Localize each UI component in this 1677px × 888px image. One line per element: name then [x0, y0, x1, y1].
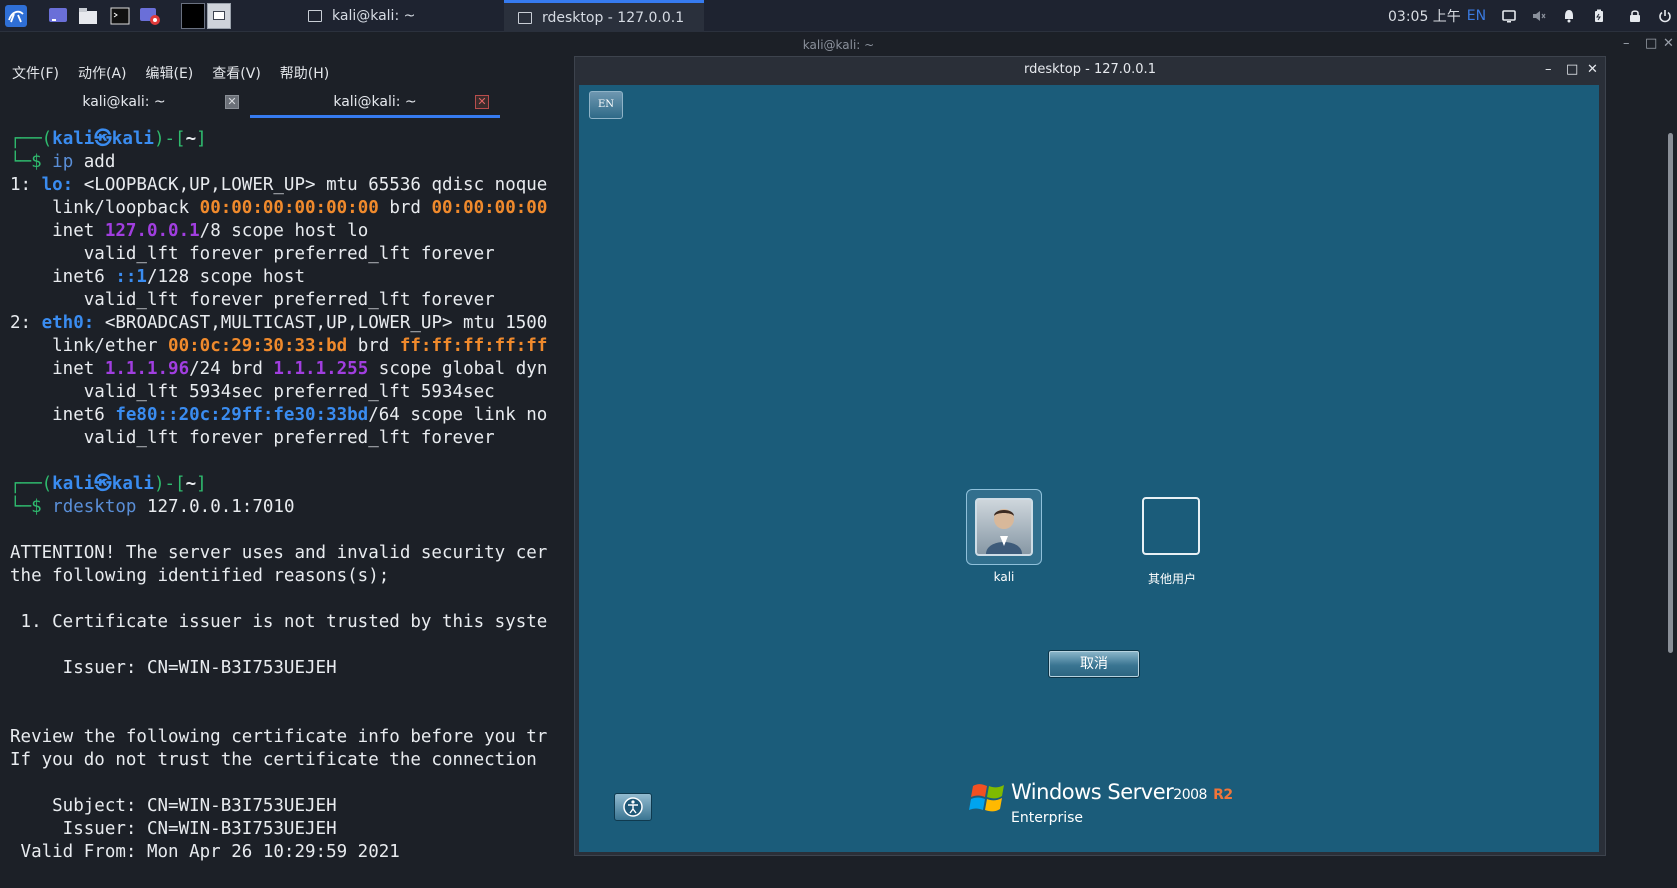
output-line: Issuer: CN=WIN-B3I753UEJEH [10, 819, 337, 839]
tab-1-close-icon[interactable]: ✕ [225, 95, 239, 109]
tab-terminal-2[interactable]: kali@kali: ~ ✕ [250, 88, 500, 118]
tab-terminal-2-label: kali@kali: ~ [333, 94, 417, 110]
brand-title: Windows Server2008 R2 [1011, 780, 1233, 804]
screen-recorder-icon[interactable] [138, 4, 162, 28]
power-icon[interactable] [1658, 9, 1672, 23]
menu-actions[interactable]: 动作(A) [78, 63, 127, 83]
system-tray: 03:05 上午 EN [1388, 0, 1672, 32]
output-line: Issuer: CN=WIN-B3I753UEJEH [10, 658, 337, 678]
task-rdesktop-label: rdesktop - 127.0.0.1 [542, 9, 685, 26]
brand-windows: Windows Server [1011, 780, 1174, 804]
terminal-maximize-button[interactable]: □ [1645, 36, 1657, 51]
terminal-titlebar: kali@kali: ~ [0, 33, 1677, 57]
output-line: 1: lo: <LOOPBACK,UP,LOWER_UP> mtu 65536 … [10, 175, 548, 195]
cancel-button[interactable]: 取消 [1048, 650, 1140, 678]
task-terminal-label: kali@kali: ~ [332, 8, 416, 24]
ease-of-access-icon [623, 797, 643, 817]
rdesktop-close-button[interactable]: ✕ [1587, 62, 1598, 77]
rdesktop-titlebar[interactable]: rdesktop - 127.0.0.1 [575, 57, 1605, 85]
output-line: inet6 ::1/128 scope host [10, 267, 306, 287]
user-tile-kali[interactable] [966, 489, 1042, 565]
ease-of-access-button[interactable] [614, 793, 652, 821]
output-line: Review the following certificate info be… [10, 727, 548, 747]
output-line: 2: eth0: <BROADCAST,MULTICAST,UP,LOWER_U… [10, 313, 548, 333]
show-desktop-icon[interactable] [46, 4, 70, 28]
terminal-output[interactable]: ┌──(kali㉿kali)-[~] └─$ ip add 1: lo: <LOOP… [10, 128, 575, 864]
user-tile-other[interactable] [1134, 489, 1210, 565]
remote-login-screen[interactable]: EN kali 其他用户 取消 Windows Server2008 R2 En… [579, 85, 1599, 852]
lock-screen-icon[interactable] [1628, 9, 1642, 23]
user-tile-other-label: 其他用户 [1147, 572, 1196, 586]
cancel-button-label: 取消 [1080, 656, 1108, 672]
workspace-1[interactable] [181, 3, 205, 29]
output-line: 1. Certificate issuer is not trusted by … [10, 612, 548, 632]
menu-edit[interactable]: 编辑(E) [146, 63, 194, 83]
output-line: link/loopback 00:00:00:00:00:00 brd 00:0… [10, 198, 548, 218]
rdesktop-minimize-button[interactable]: – [1545, 62, 1552, 77]
output-line: inet 1.1.1.96/24 brd 1.1.1.255 scope glo… [10, 359, 548, 379]
command-line-2: └─$ rdesktop 127.0.0.1:7010 [10, 497, 295, 517]
keyboard-layout-indicator[interactable]: EN [1467, 8, 1486, 24]
tab-terminal-1-label: kali@kali: ~ [82, 94, 166, 110]
clock[interactable]: 03:05 上午 [1388, 6, 1461, 26]
output-line: valid_lft forever preferred_lft forever [10, 244, 495, 264]
output-line: the following identified reasons(s); [10, 566, 390, 586]
output-line: valid_lft forever preferred_lft forever [10, 290, 495, 310]
rdesktop-window: rdesktop - 127.0.0.1 – □ ✕ EN kali 其他用户 [574, 56, 1606, 856]
brand-edition: Enterprise [1011, 810, 1084, 826]
output-line: valid_lft forever preferred_lft forever [10, 428, 495, 448]
windows-flag-logo [969, 784, 1004, 812]
prompt-line-1: ┌──(kali㉿kali)-[~] [10, 129, 207, 149]
terminal-window-title: kali@kali: ~ [802, 38, 875, 52]
output-line: valid_lft 5934sec preferred_lft 5934sec [10, 382, 495, 402]
rdesktop-window-title: rdesktop - 127.0.0.1 [1024, 62, 1156, 77]
brand-version: 2008 [1173, 787, 1207, 803]
output-line: inet 127.0.0.1/8 scope host lo [10, 221, 369, 241]
output-line: link/ether 00:0c:29:30:33:bd brd ff:ff:f… [10, 336, 548, 356]
user-avatar-icon [986, 509, 1022, 554]
brand-r2: R2 [1213, 787, 1233, 803]
file-manager-icon[interactable] [76, 4, 100, 28]
output-line: inet6 fe80::20c:29ff:fe30:33bd/64 scope … [10, 405, 548, 425]
output-line: If you do not trust the certificate the … [10, 750, 537, 770]
user-avatar [975, 498, 1033, 556]
terminal-launcher-icon[interactable] [108, 4, 132, 28]
terminal-close-button[interactable]: ✕ [1663, 36, 1674, 51]
top-panel: kali@kali: ~ rdesktop - 127.0.0.1 03:05 … [0, 0, 1677, 32]
workspace-2[interactable] [207, 3, 231, 29]
output-line: Subject: CN=WIN-B3I753UEJEH [10, 796, 337, 816]
output-line: ATTENTION! The server uses and invalid s… [10, 543, 548, 563]
task-terminal[interactable]: kali@kali: ~ [294, 0, 502, 32]
input-language-button[interactable]: EN [589, 91, 623, 119]
notifications-bell-icon[interactable] [1562, 9, 1576, 23]
command-line-1: └─$ ip add [10, 152, 116, 172]
tab-terminal-1[interactable]: kali@kali: ~ ✕ [0, 88, 248, 118]
task-rdesktop[interactable]: rdesktop - 127.0.0.1 [504, 0, 704, 32]
display-icon[interactable] [1502, 9, 1516, 23]
output-line: Valid From: Mon Apr 26 10:29:59 2021 [10, 842, 400, 862]
kali-menu-icon[interactable] [4, 4, 28, 28]
menu-help[interactable]: 帮助(H) [280, 63, 329, 83]
tab-2-close-icon[interactable]: ✕ [475, 95, 489, 109]
user-tile-kali-label: kali [993, 570, 1015, 584]
terminal-minimize-button[interactable]: – [1623, 36, 1630, 51]
other-user-avatar [1142, 497, 1200, 555]
menu-file[interactable]: 文件(F) [12, 63, 59, 83]
terminal-window-icon [308, 10, 322, 22]
battery-icon[interactable] [1592, 9, 1606, 23]
volume-muted-icon[interactable] [1532, 9, 1546, 23]
terminal-scrollbar[interactable] [1668, 133, 1673, 653]
prompt-line-2: ┌──(kali㉿kali)-[~] [10, 474, 207, 494]
menu-view[interactable]: 查看(V) [212, 63, 261, 83]
rdesktop-window-icon [518, 11, 532, 24]
rdesktop-maximize-button[interactable]: □ [1566, 62, 1578, 77]
input-language-label: EN [597, 99, 615, 110]
